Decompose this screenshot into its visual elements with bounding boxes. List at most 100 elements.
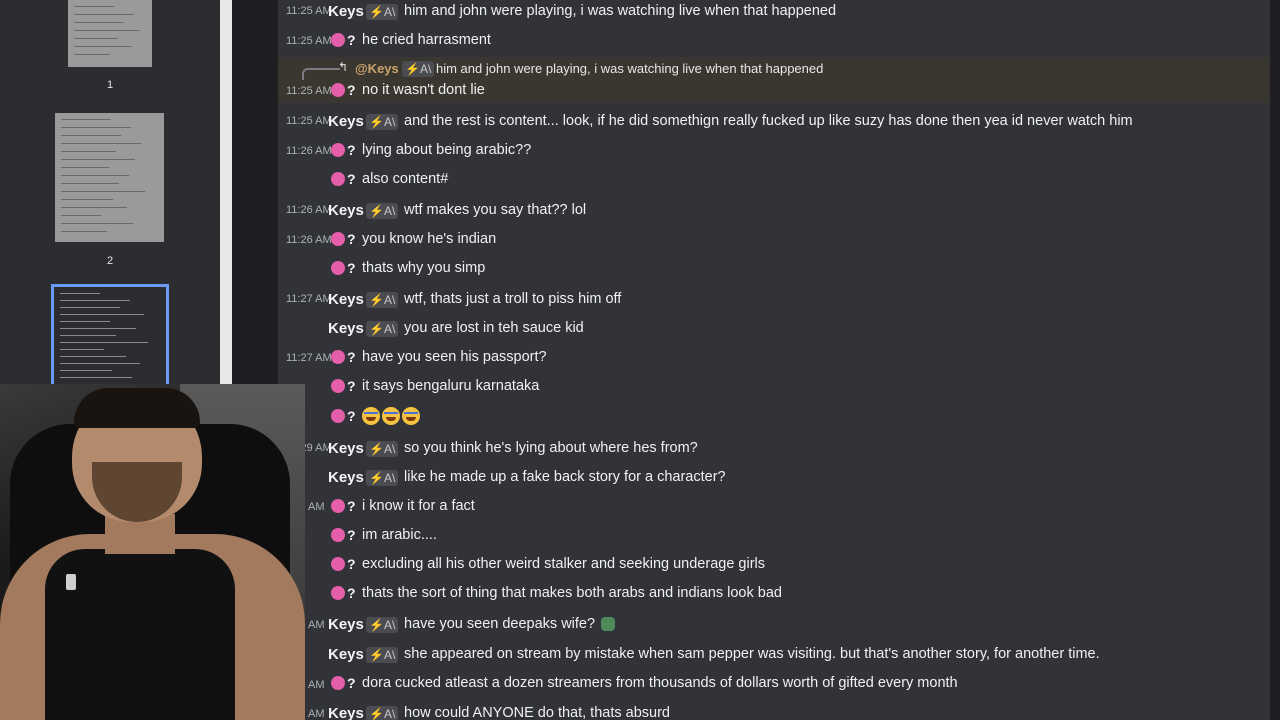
green-face-sticker-icon [601, 617, 616, 632]
username[interactable]: Keys [328, 705, 364, 720]
avatar[interactable] [331, 586, 345, 600]
timestamp: 11:27 AM [286, 352, 332, 364]
username[interactable]: ? [347, 498, 356, 514]
avatar[interactable] [331, 557, 345, 571]
lapel-mic-icon [66, 574, 76, 590]
avatar[interactable] [331, 172, 345, 186]
username[interactable]: Keys [328, 646, 364, 663]
username[interactable]: ? [347, 142, 356, 158]
reply-text: him and john were playing, i was watchin… [436, 61, 824, 76]
avatar[interactable] [331, 499, 345, 513]
username[interactable]: Keys [328, 320, 364, 337]
user-badge: ⚡A\ [366, 321, 399, 337]
message-row: 11:26 AM ? lying about being arabic?? [278, 138, 1270, 164]
streamer-hair [74, 388, 200, 428]
timestamp: 11:25 AM [286, 115, 332, 127]
message-text: wtf makes you say that?? lol [404, 202, 587, 218]
message-text: it says bengaluru karnataka [362, 378, 540, 394]
message-text: and the rest is content... look, if he d… [404, 113, 1133, 129]
avatar[interactable] [331, 261, 345, 275]
username[interactable]: ? [347, 408, 356, 424]
message-row: 11:29 AM Keys ⚡A\ so you think he's lyin… [278, 435, 1270, 461]
message-text: excluding all his other weird stalker an… [362, 556, 766, 572]
message-text: dora cucked atleast a dozen streamers fr… [362, 675, 958, 691]
username[interactable]: ? [347, 527, 356, 543]
avatar[interactable] [331, 528, 345, 542]
timestamp: 11:26 AM [286, 204, 332, 216]
message-text: you know he's indian [362, 231, 497, 247]
message-row: ? thats the sort of thing that makes bot… [278, 581, 1270, 607]
avatar[interactable] [331, 379, 345, 393]
laughing-crying-emoji-icon [362, 407, 380, 425]
username[interactable]: ? [347, 349, 356, 365]
username[interactable]: ? [347, 260, 356, 276]
reply-username: @Keys [355, 61, 399, 76]
timestamp: 11:26 AM [286, 234, 332, 246]
timestamp: AM [308, 679, 325, 691]
username[interactable]: ? [347, 675, 356, 691]
avatar[interactable] [331, 409, 345, 423]
message-row: AM ? i know it for a fact [278, 494, 1270, 520]
user-badge: ⚡A\ [366, 114, 399, 130]
avatar[interactable] [331, 143, 345, 157]
username[interactable]: ? [347, 82, 356, 98]
avatar[interactable] [331, 232, 345, 246]
page-number-1: 1 [106, 79, 114, 91]
timestamp: AM [308, 619, 325, 631]
scrollbar-track[interactable] [1270, 0, 1280, 720]
laughing-crying-emoji-icon [382, 407, 400, 425]
message-text: wtf, thats just a troll to piss him off [404, 291, 622, 307]
avatar[interactable] [331, 350, 345, 364]
username[interactable]: ? [347, 556, 356, 572]
message-text: i know it for a fact [362, 498, 475, 514]
user-badge: ⚡A\ [366, 441, 399, 457]
timestamp: 11:25 AM [286, 5, 332, 17]
user-badge: ⚡A\ [402, 61, 435, 77]
user-badge: ⚡A\ [366, 706, 399, 720]
username[interactable]: Keys [328, 616, 364, 633]
message-row: Keys ⚡A\ you are lost in teh sauce kid [278, 315, 1270, 341]
username[interactable]: ? [347, 171, 356, 187]
page-number-2: 2 [106, 255, 114, 267]
chat-log: 11:25 AM Keys ⚡A\ him and john were play… [278, 0, 1270, 720]
avatar[interactable] [331, 676, 345, 690]
message-text: how could ANYONE do that, thats absurd [404, 705, 670, 720]
message-row-highlighted: ↰ @Keys ⚡A\ him and john were playing, i… [278, 57, 1270, 103]
username[interactable]: ? [347, 585, 356, 601]
page-thumbnail-1[interactable] [68, 0, 152, 67]
username[interactable]: Keys [328, 3, 364, 20]
message-text: like he made up a fake back story for a … [404, 469, 726, 485]
message-row: 11:26 AM Keys ⚡A\ wtf makes you say that… [278, 197, 1270, 223]
avatar[interactable] [331, 33, 345, 47]
reply-reference[interactable]: ↰ @Keys ⚡A\ him and john were playing, i… [302, 60, 1270, 80]
username[interactable]: Keys [328, 440, 364, 457]
avatar[interactable] [331, 83, 345, 97]
username[interactable]: Keys [328, 291, 364, 308]
message-text: you are lost in teh sauce kid [404, 320, 584, 336]
message-row: 11:25 AM Keys ⚡A\ him and john were play… [278, 0, 1270, 26]
timestamp: 11:26 AM [286, 145, 332, 157]
message-text: have you seen his passport? [362, 349, 547, 365]
username[interactable]: Keys [328, 113, 364, 130]
username[interactable]: ? [347, 378, 356, 394]
page-thumbnail-2[interactable] [55, 113, 164, 242]
message-text: im arabic.... [362, 527, 437, 543]
message-row: ? [278, 403, 1270, 429]
message-row: 11:25 AM Keys ⚡A\ and the rest is conten… [278, 108, 1270, 134]
message-row: ? excluding all his other weird stalker … [278, 552, 1270, 578]
username[interactable]: ? [347, 32, 356, 48]
timestamp: AM [308, 501, 325, 513]
message-row: AM Keys ⚡A\ have you seen deepaks wife? [278, 611, 1270, 637]
user-badge: ⚡A\ [366, 617, 399, 633]
timestamp: AM [308, 708, 325, 720]
username[interactable]: Keys [328, 469, 364, 486]
user-badge: ⚡A\ [366, 647, 399, 663]
username[interactable]: Keys [328, 202, 364, 219]
message-text: also content# [362, 171, 449, 187]
message-row: AM ? dora cucked atleast a dozen streame… [278, 671, 1270, 697]
username[interactable]: ? [347, 231, 356, 247]
message-text: have you seen deepaks wife? [404, 616, 616, 632]
timestamp: 11:25 AM [286, 35, 332, 47]
message-row: ? im arabic.... [278, 523, 1270, 549]
message-text: so you think he's lying about where hes … [404, 440, 698, 456]
